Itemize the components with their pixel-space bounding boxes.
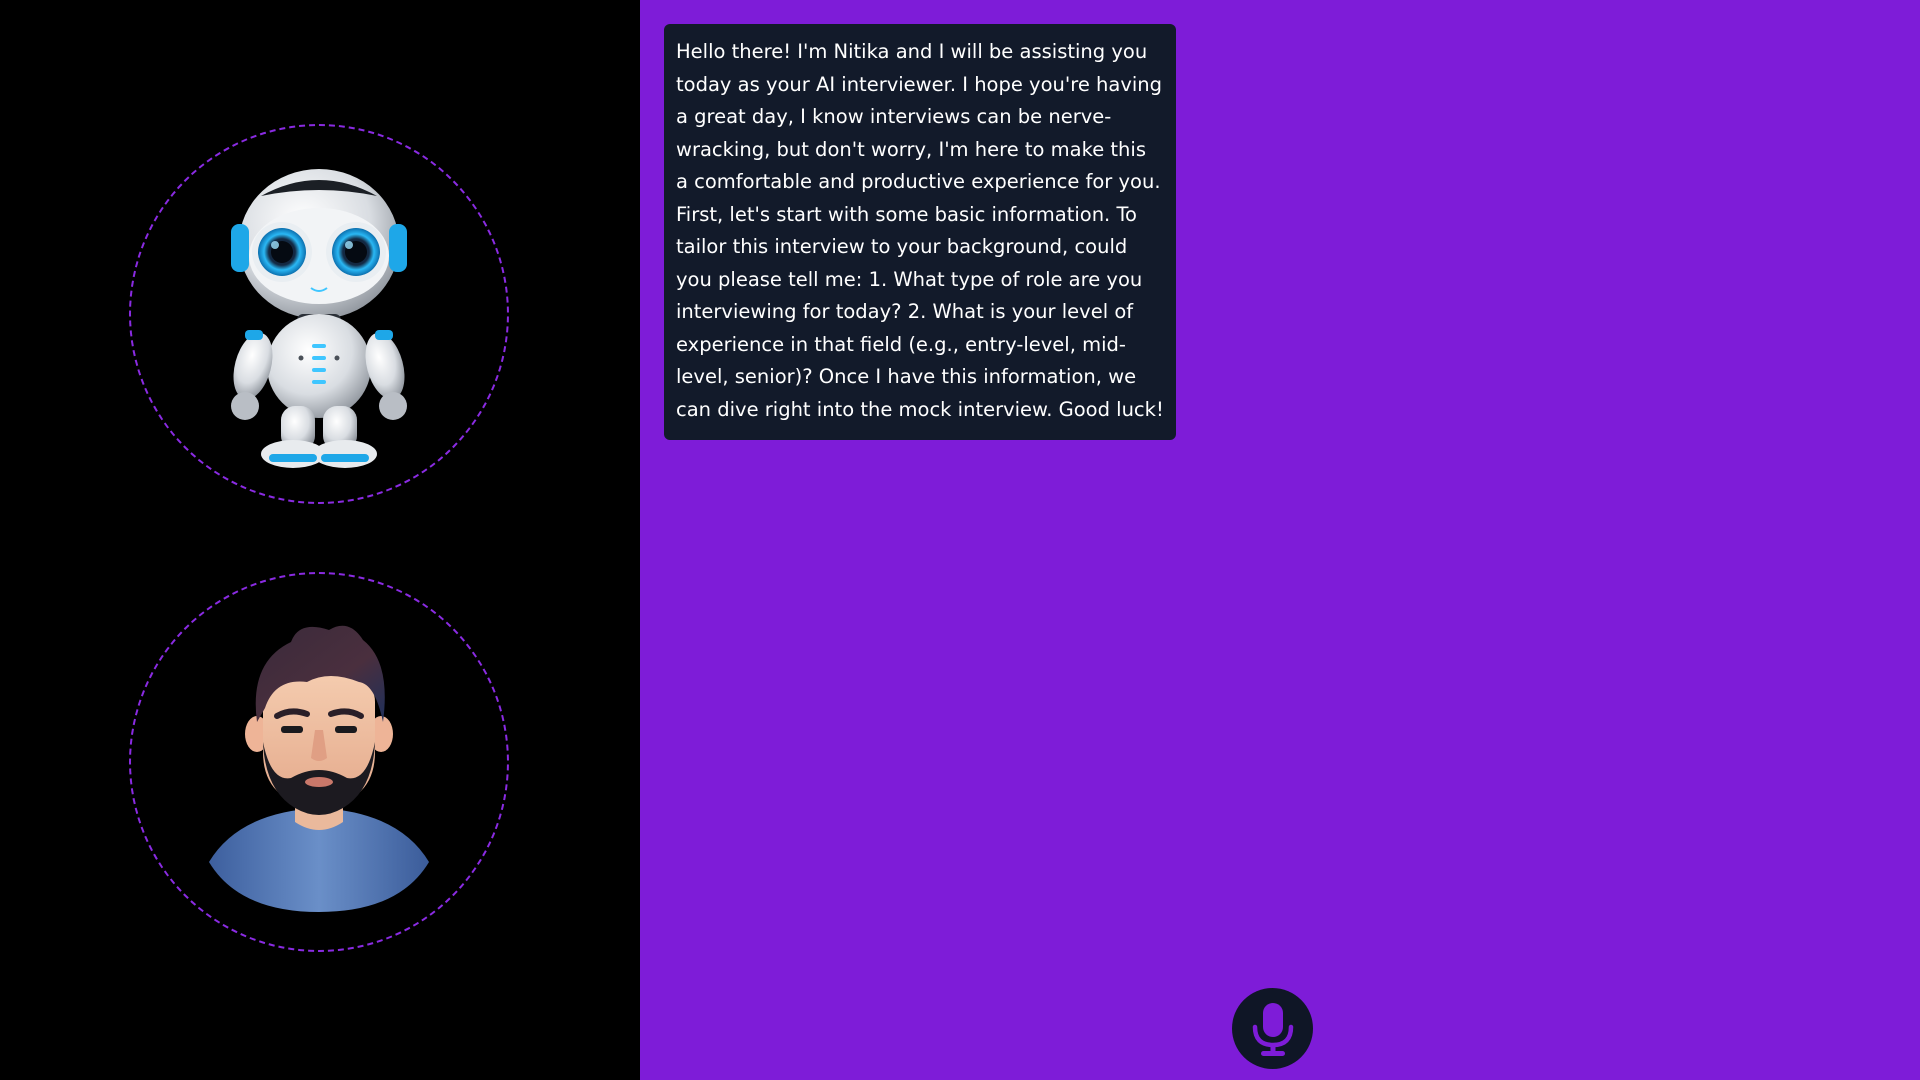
interview-app: Hello there! I'm Nitika and I will be as… [0,0,1920,1080]
ai-message-text: Hello there! I'm Nitika and I will be as… [676,40,1164,421]
microphone-button[interactable] [1232,988,1313,1069]
microphone-icon [1252,1002,1293,1056]
ai-avatar-ring [129,124,509,504]
robot-avatar [231,169,407,468]
chat-panel: Hello there! I'm Nitika and I will be as… [640,0,1920,1080]
user-avatar-ring [129,572,509,952]
ai-message: Hello there! I'm Nitika and I will be as… [664,24,1176,440]
avatar-panel [0,0,640,1080]
bearded-man-avatar [209,625,429,912]
